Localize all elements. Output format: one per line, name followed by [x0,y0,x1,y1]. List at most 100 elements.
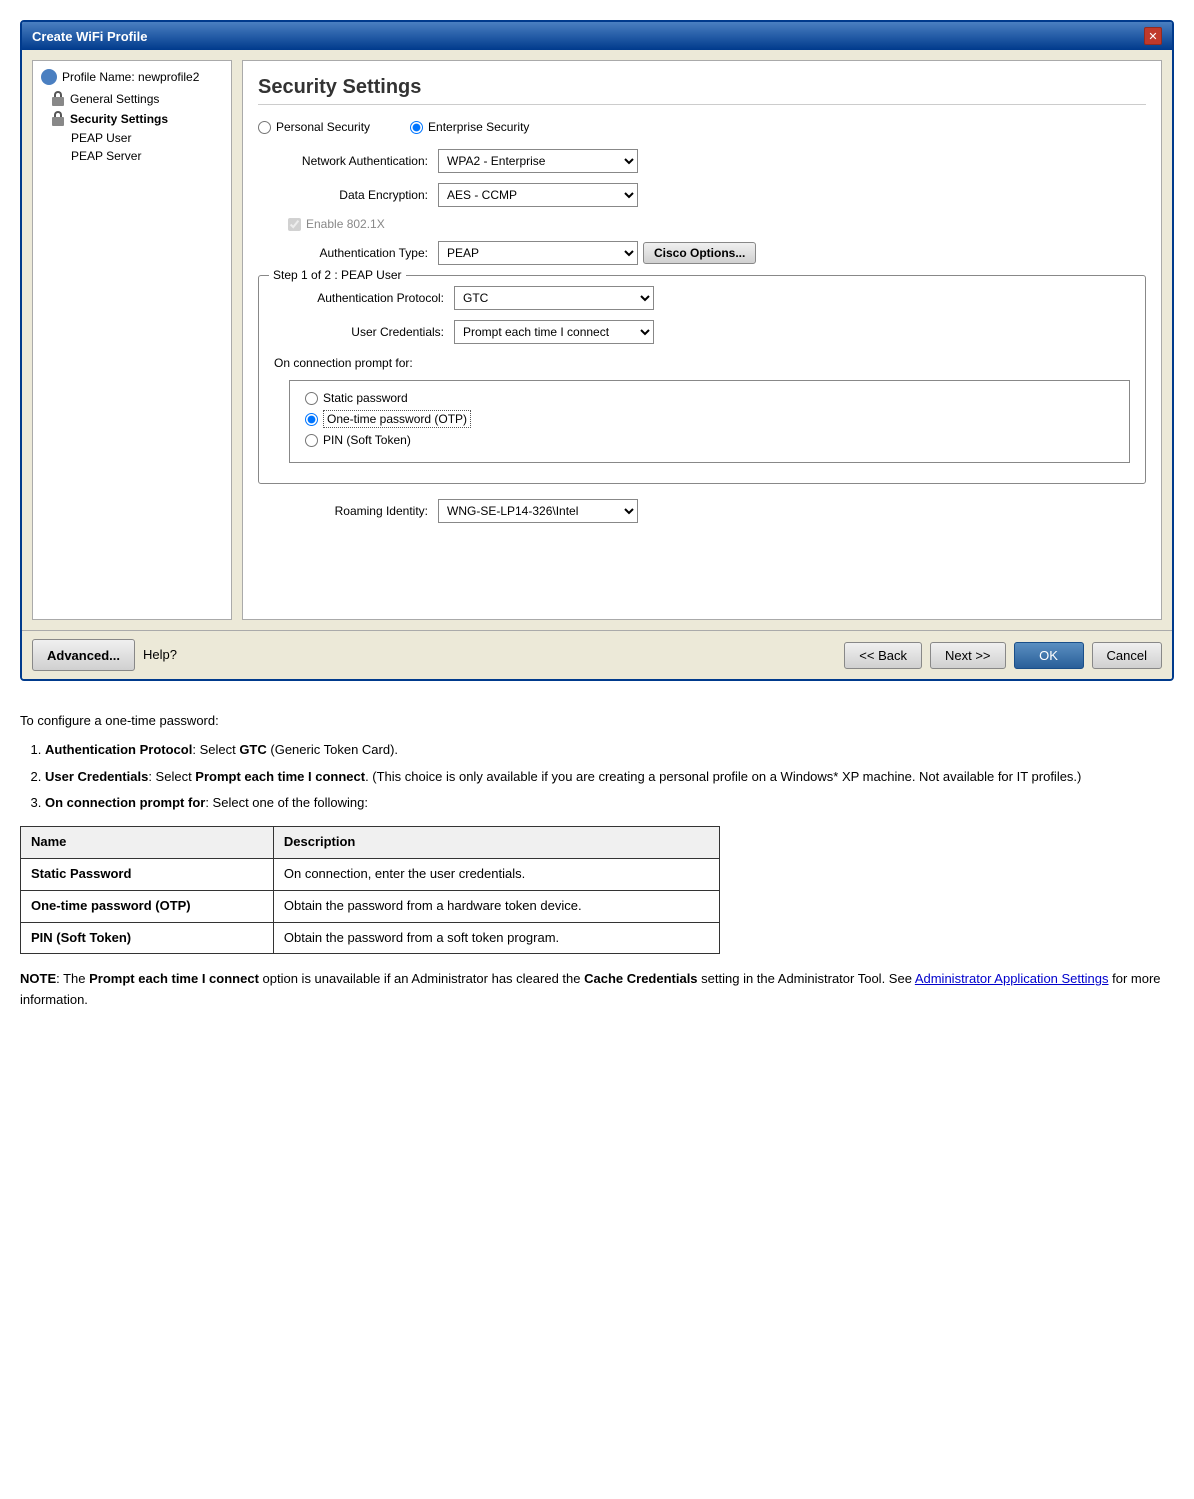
static-password-radio[interactable] [305,392,318,405]
enable-8021x-checkbox [288,218,301,231]
back-button[interactable]: << Back [844,642,922,669]
note-bold2: Cache Credentials [584,971,697,986]
personal-security-label: Personal Security [276,120,370,134]
lock-icon-security [51,111,65,127]
row1-desc: On connection, enter the user credential… [273,858,719,890]
auth-protocol-row: Authentication Protocol: GTC [274,286,1130,310]
enterprise-security-option[interactable]: Enterprise Security [410,120,529,134]
col-name-header: Name [21,827,274,859]
user-credentials-label: User Credentials: [274,325,454,339]
help-link[interactable]: Help? [143,639,177,671]
cancel-button[interactable]: Cancel [1092,642,1162,669]
step-1: Authentication Protocol: Select GTC (Gen… [45,740,1174,761]
admin-app-settings-link[interactable]: Administrator Application Settings [915,971,1109,986]
note-text: NOTE: The Prompt each time I connect opt… [20,969,1174,1011]
data-encryption-select[interactable]: AES - CCMP [438,183,638,207]
step-box: Step 1 of 2 : PEAP User Authentication P… [258,275,1146,484]
otp-label: One-time password (OTP) [323,410,471,428]
profile-icon [41,69,57,85]
data-encryption-row: Data Encryption: AES - CCMP [258,183,1146,207]
otp-row: One-time password (OTP) [305,410,1114,428]
network-auth-row: Network Authentication: WPA2 - Enterpris… [258,149,1146,173]
nav-peap-user[interactable]: PEAP User [41,129,223,147]
table-row: PIN (Soft Token) Obtain the password fro… [21,922,720,954]
ok-button[interactable]: OK [1014,642,1084,669]
section-title: Security Settings [258,76,1146,105]
user-credentials-control: Prompt each time I connect [454,320,654,344]
right-settings-panel: Security Settings Personal Security Ente… [242,60,1162,620]
profile-name-row: Profile Name: newprofile2 [41,69,223,85]
info-table: Name Description Static Password On conn… [20,826,720,954]
table-header-row: Name Description [21,827,720,859]
step3-bold-label: On connection prompt for [45,795,205,810]
dialog-title: Create WiFi Profile [32,29,147,44]
row1-name: Static Password [21,858,274,890]
intro-text: To configure a one-time password: [20,711,1174,732]
auth-protocol-select[interactable]: GTC [454,286,654,310]
note-box: NOTE: The Prompt each time I connect opt… [20,969,1174,1011]
pin-soft-token-radio[interactable] [305,434,318,447]
nav-peap-server[interactable]: PEAP Server [41,147,223,165]
roaming-identity-row: Roaming Identity: WNG-SE-LP14-326\Intel [258,499,1146,523]
nav-security-settings[interactable]: Security Settings [41,109,223,129]
auth-type-control: PEAP Cisco Options... [438,241,756,265]
roaming-identity-label: Roaming Identity: [258,504,438,518]
nav-peap-user-label: PEAP User [71,131,131,145]
page-content: To configure a one-time password: Authen… [20,701,1174,1029]
prompt-section: On connection prompt for: Static passwor… [274,356,1130,463]
cisco-options-button[interactable]: Cisco Options... [643,242,756,264]
nav-peap-server-label: PEAP Server [71,149,141,163]
profile-name-label: Profile Name: newprofile2 [62,70,199,84]
roaming-identity-select[interactable]: WNG-SE-LP14-326\Intel [438,499,638,523]
step-2: User Credentials: Select Prompt each tim… [45,767,1174,788]
data-encryption-label: Data Encryption: [258,188,438,202]
next-button[interactable]: Next >> [930,642,1006,669]
pin-soft-token-label: PIN (Soft Token) [323,433,411,447]
close-button[interactable]: ✕ [1144,27,1162,45]
prompt-for-label: On connection prompt for: [274,356,1130,370]
enable-8021x-row: Enable 802.1X [288,217,1146,231]
dialog-content: Profile Name: newprofile2 General Settin… [22,50,1172,630]
row3-desc: Obtain the password from a soft token pr… [273,922,719,954]
personal-security-option[interactable]: Personal Security [258,120,370,134]
left-nav-panel: Profile Name: newprofile2 General Settin… [32,60,232,620]
static-password-label: Static password [323,391,408,405]
col-description-header: Description [273,827,719,859]
otp-radio[interactable] [305,413,318,426]
nav-general-label: General Settings [70,92,159,106]
user-credentials-select[interactable]: Prompt each time I connect [454,320,654,344]
step1-bold-value: GTC [239,742,266,757]
nav-general-settings[interactable]: General Settings [41,89,223,109]
dialog-titlebar: Create WiFi Profile ✕ [22,22,1172,50]
footer-left: Advanced... Help? [32,639,836,671]
personal-security-radio[interactable] [258,121,271,134]
step-box-title: Step 1 of 2 : PEAP User [269,268,406,282]
lock-icon-general [51,91,65,107]
footer-right: << Back Next >> OK Cancel [844,642,1162,669]
advanced-button[interactable]: Advanced... [32,639,135,671]
nav-security-label: Security Settings [70,112,168,126]
roaming-identity-control: WNG-SE-LP14-326\Intel [438,499,638,523]
auth-protocol-label: Authentication Protocol: [274,291,454,305]
table-row: One-time password (OTP) Obtain the passw… [21,890,720,922]
row3-name: PIN (Soft Token) [21,922,274,954]
enterprise-security-label: Enterprise Security [428,120,529,134]
user-credentials-row: User Credentials: Prompt each time I con… [274,320,1130,344]
network-auth-select[interactable]: WPA2 - Enterprise [438,149,638,173]
enable-8021x-label: Enable 802.1X [306,217,385,231]
row2-desc: Obtain the password from a hardware toke… [273,890,719,922]
step2-bold-label: User Credentials [45,769,148,784]
enterprise-security-radio[interactable] [410,121,423,134]
network-auth-label: Network Authentication: [258,154,438,168]
note-label: NOTE [20,971,56,986]
auth-type-select[interactable]: PEAP [438,241,638,265]
static-password-row: Static password [305,391,1114,405]
auth-protocol-control: GTC [454,286,654,310]
note-bold1: Prompt each time I connect [89,971,259,986]
pin-soft-token-row: PIN (Soft Token) [305,433,1114,447]
step-3: On connection prompt for: Select one of … [45,793,1174,814]
steps-list: Authentication Protocol: Select GTC (Gen… [45,740,1174,814]
step1-bold-label: Authentication Protocol [45,742,192,757]
step2-bold-value: Prompt each time I connect [195,769,365,784]
dialog-footer: Advanced... Help? << Back Next >> OK Can… [22,630,1172,679]
